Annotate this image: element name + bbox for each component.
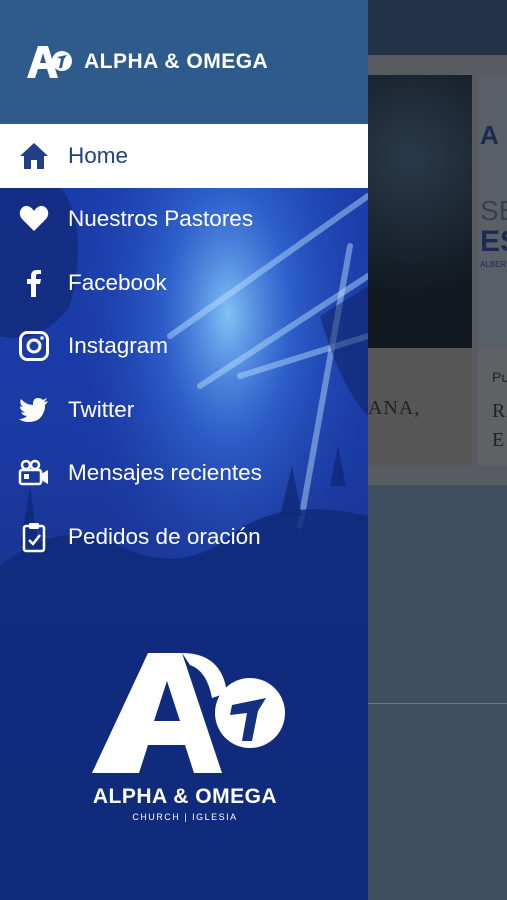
menu-item-label: Facebook bbox=[68, 269, 167, 295]
card-title: RE bbox=[492, 400, 506, 451]
navigation-drawer: ALPHA & OMEGA Home Nuestros Pastores Fac… bbox=[0, 0, 368, 900]
menu-item-label: Pedidos de oración bbox=[68, 523, 261, 549]
clipboard-icon bbox=[18, 521, 50, 553]
card-meta: Pu bbox=[492, 369, 507, 385]
menu-item-label: Home bbox=[68, 142, 129, 168]
heart-icon bbox=[18, 203, 50, 235]
menu-item-instagram[interactable]: Instagram bbox=[0, 315, 368, 379]
menu-item-label: Mensajes recientes bbox=[68, 460, 262, 486]
menu-item-facebook[interactable]: Facebook bbox=[0, 251, 368, 315]
menu-item-label: Instagram bbox=[68, 333, 169, 359]
menu-item-home[interactable]: Home bbox=[0, 124, 368, 188]
alpha-omega-logo-icon bbox=[27, 46, 72, 78]
brand-subtitle: CHURCH | IGLESIA bbox=[132, 812, 238, 822]
card-logo: A bbox=[480, 120, 499, 150]
brand-name: ALPHA & OMEGA bbox=[92, 785, 278, 808]
card-title: ANA, bbox=[368, 397, 421, 419]
drawer-header: ALPHA & OMEGA bbox=[0, 0, 368, 124]
menu-item-pedidos-de-oracion[interactable]: Pedidos de oración bbox=[0, 505, 368, 569]
drawer-menu: Home Nuestros Pastores Facebook Instagra… bbox=[0, 124, 368, 569]
brand-logo: ALPHA & OMEGA bbox=[26, 44, 268, 80]
card-photo-text: SE bbox=[480, 195, 507, 226]
menu-item-nuestros-pastores[interactable]: Nuestros Pastores bbox=[0, 188, 368, 252]
video-camera-icon bbox=[18, 457, 50, 489]
card-photo-text: ALBER bbox=[480, 260, 507, 269]
menu-item-twitter[interactable]: Twitter bbox=[0, 378, 368, 442]
background-card[interactable]: ANA, bbox=[368, 75, 472, 465]
card-photo-text: ES bbox=[480, 225, 507, 258]
background-card[interactable]: A SE ES ALBER Pu RE bbox=[478, 75, 507, 465]
menu-item-mensajes-recientes[interactable]: Mensajes recientes bbox=[0, 442, 368, 506]
facebook-icon bbox=[18, 267, 50, 299]
menu-item-label: Twitter bbox=[68, 396, 135, 422]
card-photo bbox=[368, 75, 472, 348]
menu-item-label: Nuestros Pastores bbox=[68, 206, 254, 232]
instagram-icon bbox=[18, 330, 50, 362]
brand-name: ALPHA & OMEGA bbox=[84, 50, 269, 73]
twitter-icon bbox=[18, 394, 50, 426]
home-icon bbox=[18, 140, 50, 172]
divider bbox=[368, 703, 507, 704]
